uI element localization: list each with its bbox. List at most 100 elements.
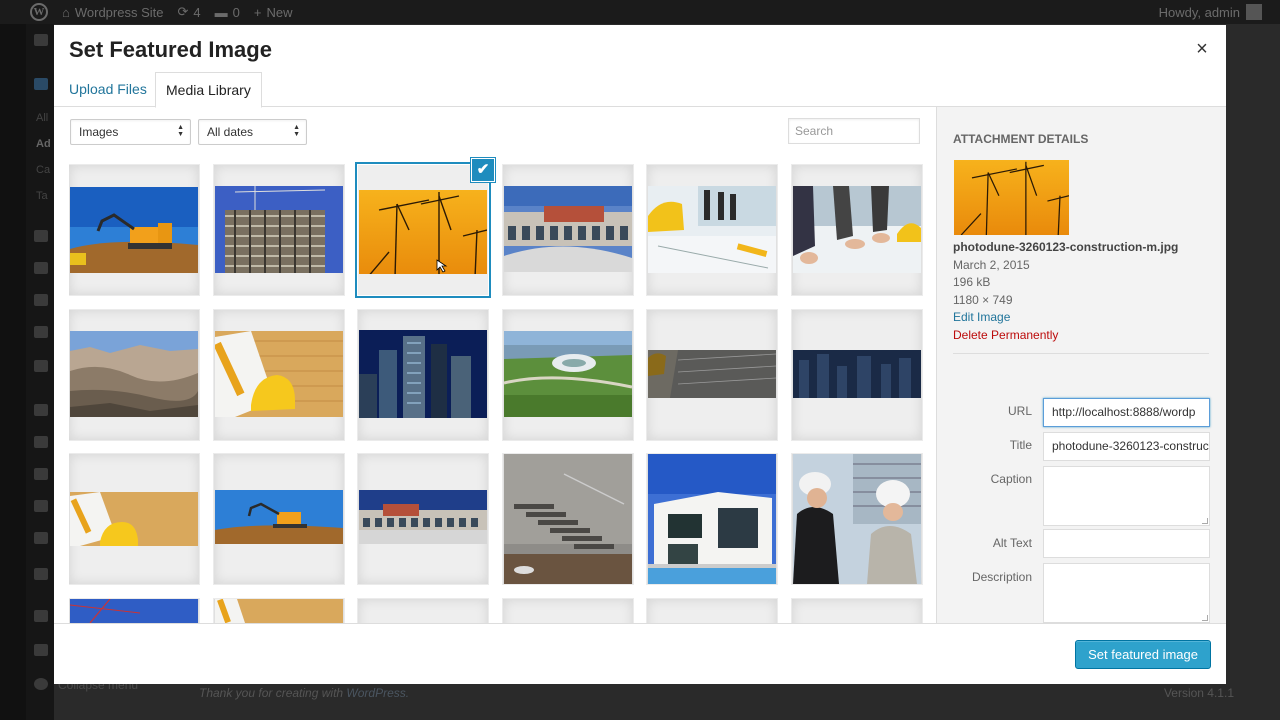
- attachment-thumbnail[interactable]: [214, 454, 344, 584]
- attachment-thumbnail[interactable]: [358, 310, 488, 440]
- search-input[interactable]: Search: [788, 118, 920, 144]
- plugins-icon[interactable]: [34, 436, 48, 448]
- comments-link[interactable]: ▬ 0: [215, 5, 240, 20]
- attachment-image: [359, 490, 487, 544]
- menu-fragment[interactable]: All: [36, 112, 48, 124]
- settings-icon[interactable]: [34, 532, 48, 544]
- attachment-thumbnail[interactable]: [647, 310, 777, 440]
- footer-wordpress-link[interactable]: WordPress.: [346, 686, 409, 700]
- attachment-thumbnail[interactable]: [214, 599, 344, 623]
- attachment-details-sidebar: Attachment Details photodune-3260123-con…: [936, 107, 1226, 623]
- attachment-image: [648, 186, 776, 274]
- menu-fragment[interactable]: Ta: [36, 190, 48, 202]
- site-name-label: Wordpress Site: [74, 4, 164, 20]
- attachment-image: [793, 350, 921, 398]
- admin-left-menu: All Ad Ca Ta: [26, 24, 54, 720]
- close-icon[interactable]: ×: [1192, 39, 1212, 59]
- attachment-thumbnail[interactable]: [358, 599, 488, 623]
- extra-menu-icon[interactable]: [34, 644, 48, 656]
- attachment-thumbnail[interactable]: [503, 310, 633, 440]
- attachment-image: [70, 187, 198, 275]
- delete-permanently-link[interactable]: Delete Permanently: [953, 328, 1058, 342]
- edit-image-link[interactable]: Edit Image: [953, 310, 1010, 324]
- title-field[interactable]: photodune-3260123-construction-m: [1043, 432, 1210, 461]
- account-menu[interactable]: Howdy, admin: [1159, 4, 1262, 20]
- new-content-link[interactable]: + New: [254, 5, 293, 20]
- admin-footer-credit: Thank you for creating with WordPress.: [199, 686, 409, 700]
- attachment-image: [70, 492, 198, 546]
- details-thumbnail: [954, 160, 1069, 235]
- collapse-icon[interactable]: [34, 678, 48, 690]
- attachment-thumbnail[interactable]: [503, 454, 633, 584]
- tab-media-library[interactable]: Media Library: [155, 72, 262, 108]
- dashboard-icon[interactable]: [34, 34, 48, 46]
- attachment-thumbnail[interactable]: [358, 165, 488, 295]
- details-dimensions: 1180 × 749: [953, 293, 1013, 307]
- users-icon[interactable]: [34, 468, 48, 480]
- wordpress-logo-icon[interactable]: W: [30, 3, 48, 21]
- pin-icon[interactable]: [34, 78, 48, 90]
- forms-icon[interactable]: [34, 326, 48, 338]
- attachment-thumbnail[interactable]: [647, 165, 777, 295]
- attachment-thumbnail[interactable]: [503, 599, 633, 623]
- checkmark-icon[interactable]: ✔: [471, 158, 495, 182]
- plus-icon: +: [253, 4, 262, 20]
- resize-grip-icon[interactable]: [1202, 518, 1208, 524]
- filter-type-select[interactable]: Images ▲ ▼: [70, 119, 191, 145]
- attachment-thumbnail[interactable]: [792, 165, 922, 295]
- url-label: URL: [1007, 404, 1032, 418]
- filter-date-value: All dates: [207, 125, 254, 139]
- attachment-thumbnail[interactable]: [69, 165, 199, 295]
- select-arrows-icon: ▲ ▼: [293, 124, 300, 138]
- attachment-thumbnail[interactable]: [792, 454, 922, 584]
- tab-upload-files[interactable]: Upload Files: [59, 72, 157, 107]
- description-field[interactable]: [1043, 563, 1210, 623]
- attachment-image: [504, 186, 632, 274]
- attachment-image: [359, 330, 487, 418]
- media-router-tabs: Upload Files Media Library: [54, 72, 1226, 108]
- attachment-thumbnail[interactable]: [647, 454, 777, 584]
- attachment-thumbnail[interactable]: [214, 310, 344, 440]
- extra-menu-icon[interactable]: [34, 610, 48, 622]
- details-divider: [953, 353, 1209, 354]
- details-filesize: 196 kB: [953, 275, 991, 289]
- plugin-menu-icon[interactable]: [34, 568, 48, 580]
- appearance-icon[interactable]: [34, 404, 48, 416]
- filter-type-value: Images: [79, 125, 119, 139]
- details-date: March 2, 2015: [953, 258, 1030, 272]
- attachment-thumbnail[interactable]: [358, 454, 488, 584]
- attachment-image: [215, 186, 343, 274]
- comments-menu-icon[interactable]: [34, 294, 48, 306]
- updates-link[interactable]: ⟳ 4: [178, 4, 201, 20]
- tools-icon[interactable]: [34, 500, 48, 512]
- attachment-image: [648, 454, 776, 584]
- url-field[interactable]: http://localhost:8888/wordp: [1043, 398, 1210, 427]
- caption-field[interactable]: [1043, 466, 1210, 526]
- site-name-link[interactable]: ⌂ Wordpress Site: [62, 5, 164, 20]
- attachment-image: [648, 350, 777, 398]
- mail-icon[interactable]: [34, 360, 48, 372]
- filter-date-select[interactable]: All dates ▲ ▼: [198, 119, 307, 145]
- media-icon[interactable]: [34, 230, 48, 242]
- select-arrows-icon: ▲ ▼: [177, 124, 184, 138]
- menu-fragment[interactable]: Ca: [36, 164, 50, 176]
- menu-fragment[interactable]: Ad: [36, 138, 51, 150]
- attachment-thumbnail[interactable]: [503, 165, 633, 295]
- attachments-grid: ✔: [69, 157, 923, 623]
- attachment-thumbnail[interactable]: [792, 599, 922, 623]
- attachment-thumbnail[interactable]: [69, 599, 199, 623]
- attachment-thumbnail[interactable]: [69, 454, 199, 584]
- resize-grip-icon[interactable]: [1202, 615, 1208, 621]
- greeting: Howdy, admin: [1158, 4, 1240, 20]
- comments-icon: ▬: [214, 4, 228, 20]
- alt-text-field[interactable]: [1043, 529, 1210, 558]
- attachment-image: [504, 454, 632, 584]
- attachment-image: [793, 186, 921, 274]
- attachment-thumbnail[interactable]: [647, 599, 777, 623]
- attachment-thumbnail[interactable]: [214, 165, 344, 295]
- attachment-image: [214, 331, 343, 417]
- pages-icon[interactable]: [34, 262, 48, 274]
- attachment-thumbnail[interactable]: [69, 310, 199, 440]
- set-featured-image-button[interactable]: Set featured image: [1075, 640, 1211, 669]
- attachment-thumbnail[interactable]: [792, 310, 922, 440]
